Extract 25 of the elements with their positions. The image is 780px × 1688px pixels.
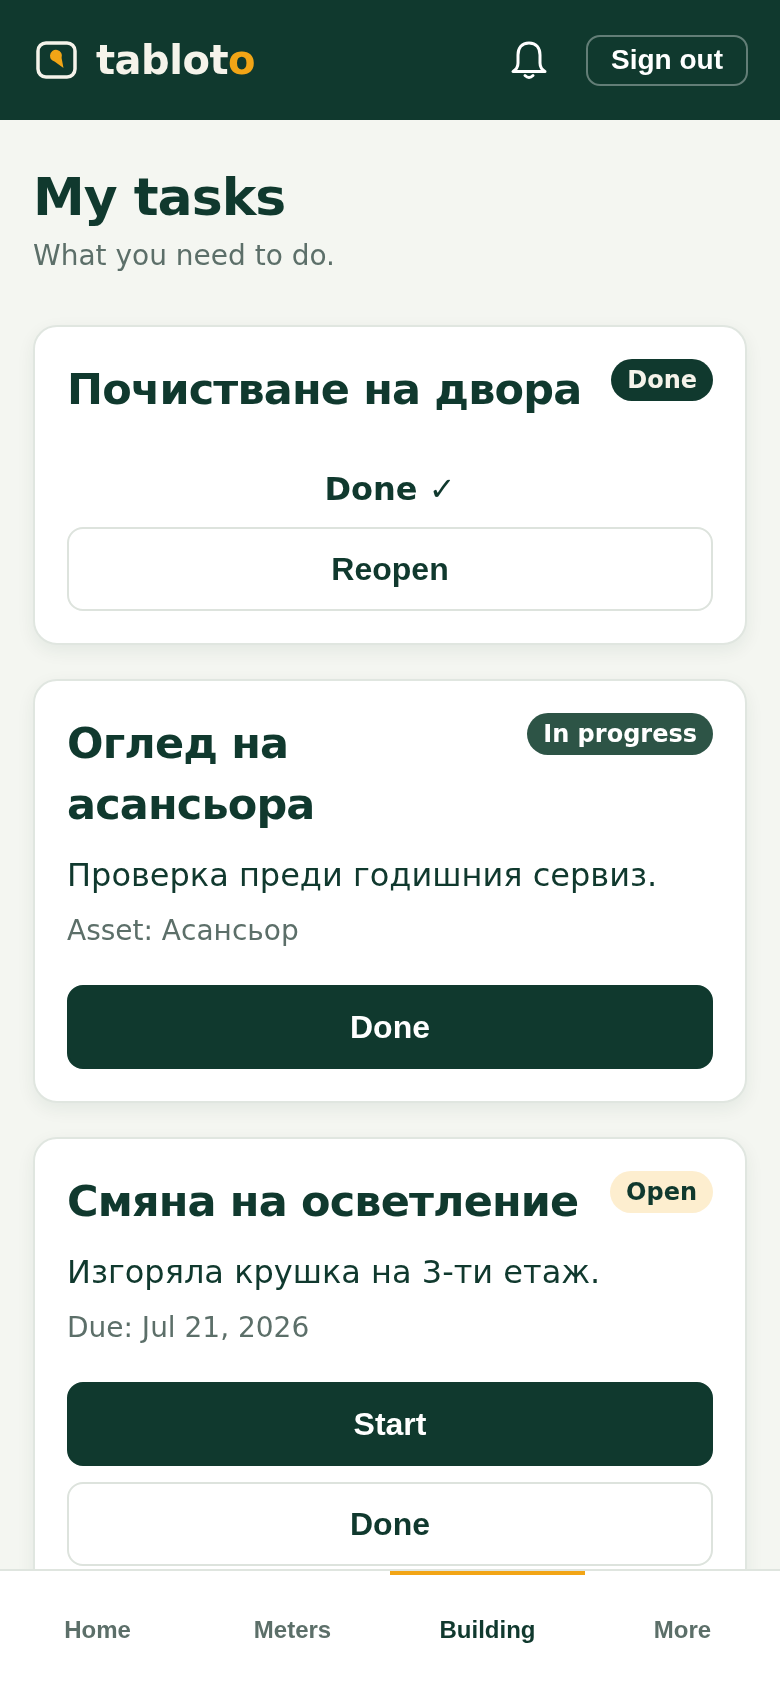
outline-button[interactable]: Reopen <box>67 527 713 611</box>
task-description: Изгоряла крушка на 3-ти етаж. <box>67 1252 602 1293</box>
task-title: Оглед на асансьора <box>67 717 316 831</box>
task-meta: Due: Jul 21, 2026 <box>67 1310 311 1346</box>
task-meta: Asset: Асансьор <box>67 913 300 949</box>
logo-icon <box>36 41 77 79</box>
nav-tab[interactable]: Building <box>390 1571 585 1688</box>
task-title: Смяна на осветление <box>67 1175 579 1228</box>
logo-wordmark: tabloto <box>96 40 256 80</box>
sign-out-button[interactable]: Sign out <box>586 34 748 86</box>
completed-status-text: Done ✓ <box>324 469 456 510</box>
status-badge: Open <box>610 1171 713 1213</box>
bell-icon[interactable] <box>510 40 548 80</box>
primary-button[interactable]: Done <box>67 985 713 1069</box>
primary-button[interactable]: Start <box>67 1382 713 1466</box>
status-badge: In progress <box>527 713 713 755</box>
nav-tab[interactable]: Meters <box>195 1571 390 1688</box>
task-title: Почистване на двора <box>67 363 582 416</box>
nav-tab[interactable]: More <box>585 1571 780 1688</box>
nav-tab[interactable]: Home <box>0 1571 195 1688</box>
status-badge: Done <box>611 359 713 401</box>
page-subtitle: What you need to do. <box>33 238 336 274</box>
page-title: My tasks <box>33 166 287 228</box>
task-description: Проверка преди годишния сервиз. <box>67 855 659 896</box>
outline-button[interactable]: Done <box>67 1482 713 1566</box>
